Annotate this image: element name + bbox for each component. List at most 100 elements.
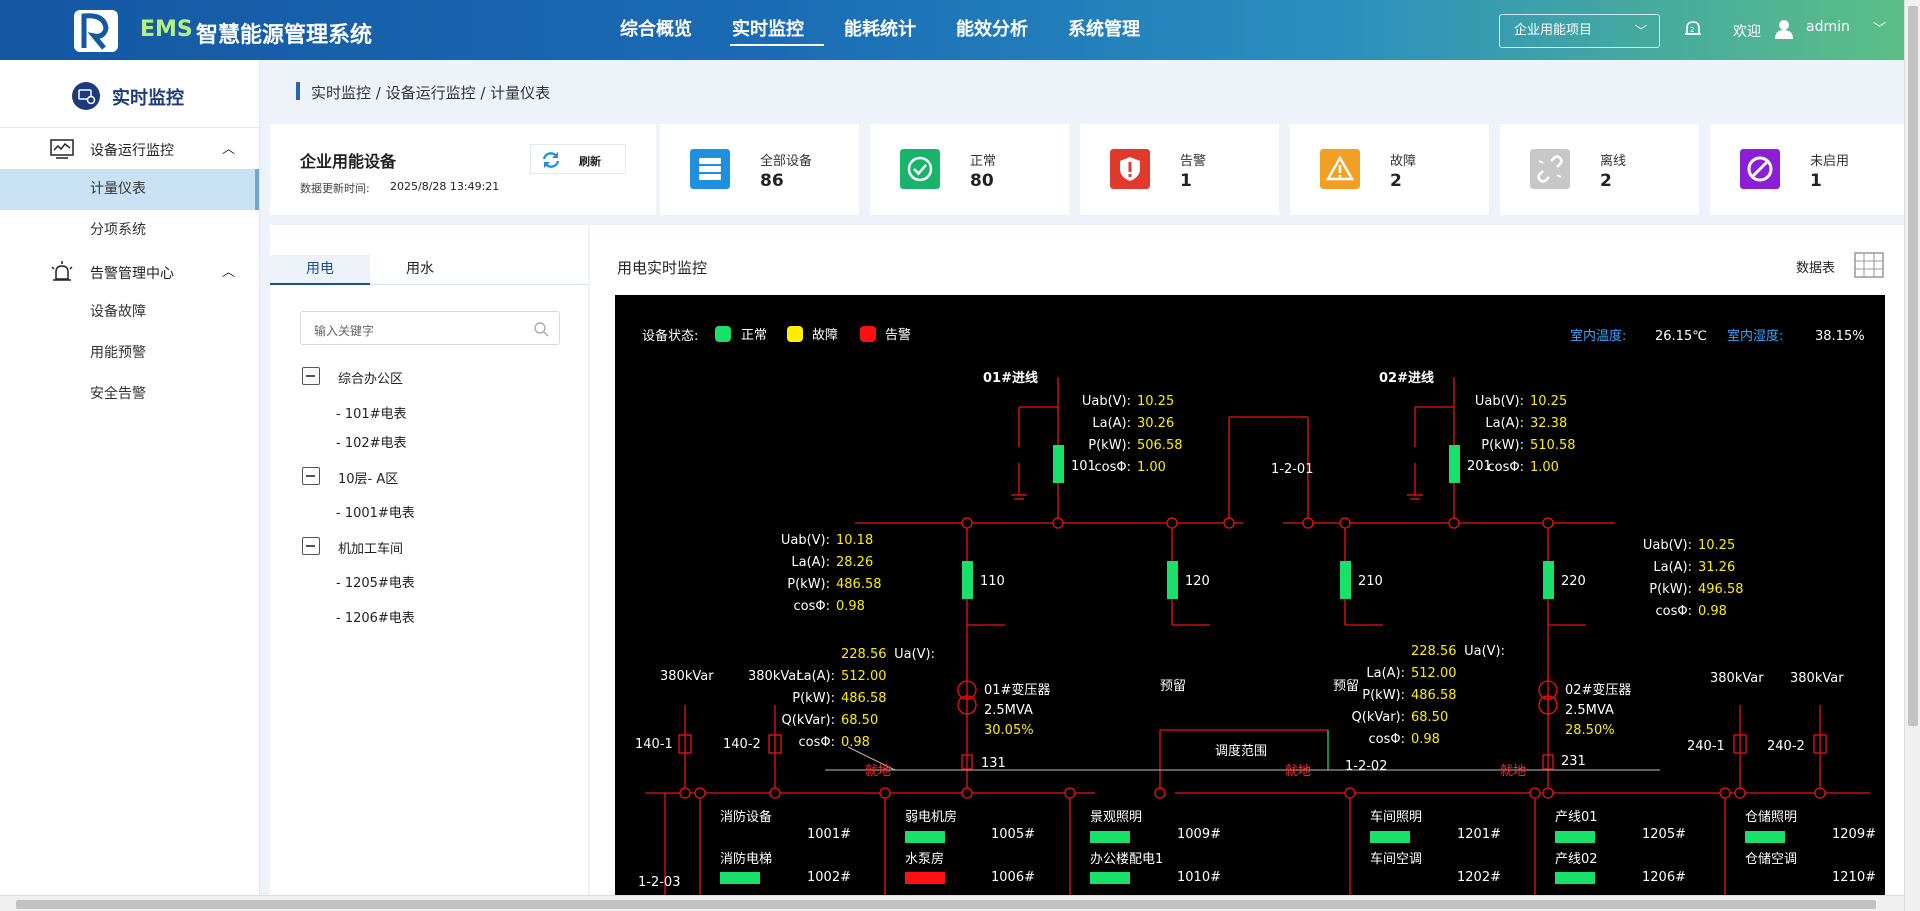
breaker-101[interactable]: [1053, 445, 1064, 483]
load-meter[interactable]: 1205#: [1642, 827, 1686, 842]
tab-electricity[interactable]: 用电: [270, 255, 370, 285]
load-meter[interactable]: 1201#: [1457, 827, 1501, 842]
incomer-2-cos: 1.00: [1530, 460, 1559, 475]
data-table-label[interactable]: 数据表: [1796, 257, 1835, 276]
table-grid-icon[interactable]: [1854, 252, 1884, 278]
local-label: 就地: [1500, 764, 1526, 779]
project-select[interactable]: 企业用能项目 ﹀: [1499, 14, 1660, 48]
user-icon: [1775, 20, 1793, 39]
welcome-text: 欢迎: [1733, 24, 1761, 40]
reading-label: La(A):: [1366, 666, 1405, 681]
breaker-220[interactable]: [1543, 561, 1554, 599]
stat-card-disabled[interactable]: 未启用 1: [1710, 124, 1904, 215]
reading-label: Ua(V):: [1464, 644, 1505, 659]
nav-efficiency[interactable]: 能效分析: [936, 0, 1048, 60]
vertical-scrollbar[interactable]: [1904, 0, 1920, 911]
breaker-201[interactable]: [1449, 445, 1460, 483]
refresh-label: 刷新: [579, 155, 601, 168]
vertical-scroll-thumb[interactable]: [1908, 6, 1918, 726]
stat-card-fault[interactable]: 故障 2: [1290, 124, 1489, 215]
tx1-q: 68.50: [841, 713, 878, 728]
load-meter[interactable]: 1210#: [1832, 870, 1876, 885]
temperature-value: 26.15℃: [1655, 329, 1707, 344]
tree-leaf-label: 1205#电表: [344, 576, 415, 591]
load-status-normal[interactable]: [1090, 831, 1130, 843]
search-input[interactable]: 输入关键字: [300, 311, 560, 345]
breaker-110[interactable]: [962, 561, 973, 599]
breaker-210[interactable]: [1340, 561, 1351, 599]
horizontal-scroll-thumb[interactable]: [16, 900, 1876, 909]
tree-leaf[interactable]: - 101#电表: [336, 403, 407, 422]
load-status-normal[interactable]: [1555, 831, 1595, 843]
stat-card-normal[interactable]: 正常 80: [870, 124, 1069, 215]
reading-label: Q(kVar):: [1352, 710, 1405, 725]
cap-name: 240-1: [1687, 739, 1725, 754]
user-menu-chevron-icon[interactable]: ﹀: [1873, 18, 1886, 37]
sidebar-group-alarm-center[interactable]: 告警管理中心 ︿: [0, 251, 259, 292]
stat-card-offline[interactable]: 离线 2: [1500, 124, 1699, 215]
tree-leaf-label: 1001#电表: [344, 506, 415, 521]
bell-icon[interactable]: 2: [1682, 18, 1704, 40]
cap-rating: 380kVar: [1790, 671, 1844, 686]
tx2-q: 68.50: [1411, 710, 1448, 725]
horizontal-scrollbar[interactable]: [0, 895, 1904, 911]
load-status-normal[interactable]: [1555, 872, 1595, 884]
stat-label: 告警: [1180, 154, 1207, 169]
ban-icon: [1740, 149, 1780, 189]
stat-value: 86: [760, 171, 784, 191]
sidebar-item-safety-alarm[interactable]: 安全告警: [0, 374, 259, 415]
sidebar-item-device-fault[interactable]: 设备故障: [0, 292, 259, 333]
load-meter[interactable]: 1006#: [991, 870, 1035, 885]
load-meter[interactable]: 1206#: [1642, 870, 1686, 885]
reserve-label: 预留: [1160, 679, 1186, 694]
load-status-normal[interactable]: [905, 831, 945, 843]
dispatch-range-label: 调度范围: [1215, 743, 1267, 759]
alarm-light-icon: [51, 261, 73, 281]
tab-water[interactable]: 用水: [370, 255, 470, 283]
load-meter[interactable]: 1209#: [1832, 827, 1876, 842]
stat-card-all[interactable]: 全部设备 86: [660, 124, 859, 215]
stat-label: 故障: [1390, 154, 1417, 169]
breaker-120[interactable]: [1167, 561, 1178, 599]
sidebar-title: 实时监控: [0, 60, 259, 128]
reading-label: Uab(V):: [1643, 538, 1692, 553]
sidebar-item-subsystem[interactable]: 分项系统: [0, 210, 259, 251]
sidebar-item-meters[interactable]: 计量仪表: [0, 169, 259, 210]
nav-system[interactable]: 系统管理: [1048, 0, 1160, 60]
nav-realtime[interactable]: 实时监控: [712, 0, 824, 60]
nav-overview[interactable]: 综合概览: [600, 0, 712, 60]
load-meter[interactable]: 1005#: [991, 827, 1035, 842]
load-meter[interactable]: 1001#: [807, 827, 851, 842]
tree-leaf[interactable]: - 102#电表: [336, 432, 407, 451]
load-status-normal[interactable]: [1370, 831, 1410, 843]
load-status-normal[interactable]: [720, 872, 760, 884]
refresh-button[interactable]: 刷新: [530, 144, 626, 174]
load-meter[interactable]: 1202#: [1457, 870, 1501, 885]
tree-leaf[interactable]: - 1001#电表: [336, 502, 415, 521]
tree-leaf[interactable]: - 1205#电表: [336, 572, 415, 591]
username[interactable]: admin: [1806, 19, 1850, 35]
nav-consumption[interactable]: 能耗统计: [824, 0, 936, 60]
broken-link-icon: [1530, 149, 1570, 189]
chevron-down-icon: ﹀: [1634, 24, 1647, 38]
tree-leaf[interactable]: - 1206#电表: [336, 607, 415, 626]
feeder-210-label: 210: [1358, 574, 1383, 589]
tx2-load: 28.50%: [1565, 723, 1615, 738]
load-status-alarm[interactable]: [905, 872, 945, 884]
stat-card-alarm[interactable]: 告警 1: [1080, 124, 1279, 215]
load-meter[interactable]: 1009#: [1177, 827, 1221, 842]
load-status-normal[interactable]: [1745, 831, 1785, 843]
load-meter[interactable]: 1010#: [1177, 870, 1221, 885]
collapse-icon[interactable]: [302, 467, 320, 485]
load-status-normal[interactable]: [1090, 872, 1130, 884]
incomer-1-la: 30.26: [1137, 416, 1174, 431]
load-meter[interactable]: 1002#: [807, 870, 851, 885]
reading-label: cosΦ:: [1488, 460, 1525, 475]
incomer-2-uab: 10.25: [1530, 394, 1567, 409]
sidebar-group-label: 告警管理中心: [90, 266, 174, 282]
sidebar-item-energy-warning[interactable]: 用能预警: [0, 333, 259, 374]
collapse-icon[interactable]: [302, 367, 320, 385]
incomer-1-cos: 1.00: [1137, 460, 1166, 475]
sidebar-group-device-monitor[interactable]: 设备运行监控 ︿: [0, 128, 259, 169]
collapse-icon[interactable]: [302, 537, 320, 555]
